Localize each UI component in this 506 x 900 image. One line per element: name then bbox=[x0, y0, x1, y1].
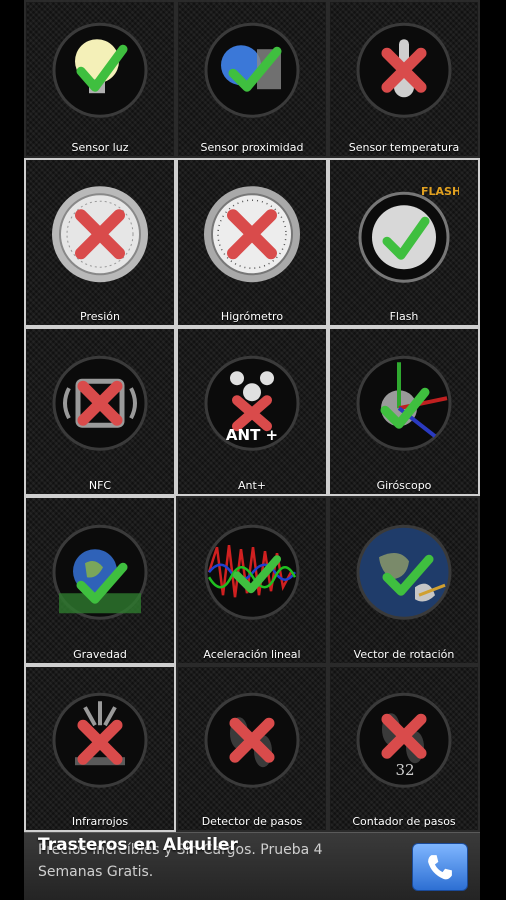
step-detector-icon bbox=[197, 685, 307, 795]
tile-label: Aceleración lineal bbox=[203, 648, 301, 661]
tile-label: Giróscopo bbox=[376, 479, 432, 492]
tile-giroscopo[interactable]: Giróscopo bbox=[328, 327, 480, 496]
tile-detector-pasos[interactable]: Detector de pasos bbox=[176, 665, 328, 832]
ant-text: ANT + bbox=[226, 426, 278, 444]
tile-sensor-luz[interactable]: Sensor luz bbox=[24, 0, 176, 158]
step-count-text: 32 bbox=[395, 761, 414, 779]
tile-infrarrojos[interactable]: Infrarrojos bbox=[24, 665, 176, 832]
proximity-sphere-icon bbox=[197, 15, 307, 125]
flash-text: FLASH bbox=[421, 185, 459, 198]
linear-acceleration-icon bbox=[197, 517, 307, 627]
tile-label: Gravedad bbox=[73, 648, 127, 661]
tile-presion[interactable]: Presión bbox=[24, 158, 176, 327]
tile-contador-pasos[interactable]: 32 Contador de pasos bbox=[328, 665, 480, 832]
ant-plus-icon: ANT + bbox=[197, 348, 307, 458]
gyroscope-icon bbox=[349, 348, 459, 458]
nfc-icon bbox=[45, 348, 155, 458]
light-bulb-icon bbox=[45, 15, 155, 125]
rotation-vector-icon bbox=[349, 517, 459, 627]
tile-label: Sensor luz bbox=[71, 141, 129, 154]
tile-label: Presión bbox=[80, 310, 120, 323]
tile-label: Sensor temperatura bbox=[348, 141, 460, 154]
step-counter-icon: 32 bbox=[349, 685, 459, 795]
tile-flash[interactable]: FLASH Flash bbox=[328, 158, 480, 327]
tile-label: Sensor proximidad bbox=[200, 141, 304, 154]
ad-title: Trasteros en Alquiler bbox=[38, 835, 238, 855]
tile-label: Vector de rotación bbox=[353, 648, 455, 661]
tile-label: Flash bbox=[389, 310, 419, 323]
tile-ant-plus[interactable]: ANT + Ant+ bbox=[176, 327, 328, 496]
tile-label: Infrarrojos bbox=[71, 815, 129, 828]
call-button[interactable] bbox=[412, 843, 468, 891]
tile-sensor-proximidad[interactable]: Sensor proximidad bbox=[176, 0, 328, 158]
tile-label: Higrómetro bbox=[220, 310, 284, 323]
sensor-grid: Sensor luz Sensor proximidad Sensor temp… bbox=[24, 0, 480, 832]
tile-vector-rotacion[interactable]: Vector de rotación bbox=[328, 496, 480, 665]
ad-banner[interactable]: Precios Increíbles y Sin Cargos. Prueba … bbox=[24, 832, 480, 900]
tile-aceleracion-lineal[interactable]: Aceleración lineal bbox=[176, 496, 328, 665]
phone-icon bbox=[428, 855, 452, 880]
thermometer-icon bbox=[349, 15, 459, 125]
flash-icon: FLASH bbox=[349, 179, 459, 289]
tile-higrometro[interactable]: Higrómetro bbox=[176, 158, 328, 327]
tile-label: Detector de pasos bbox=[201, 815, 303, 828]
tile-label: NFC bbox=[88, 479, 112, 492]
infrared-icon bbox=[45, 685, 155, 795]
gravity-earth-icon bbox=[45, 517, 155, 627]
hygrometer-icon bbox=[197, 179, 307, 289]
tile-gravedad[interactable]: Gravedad bbox=[24, 496, 176, 665]
barometer-icon bbox=[45, 179, 155, 289]
tile-sensor-temperatura[interactable]: Sensor temperatura bbox=[328, 0, 480, 158]
tile-nfc[interactable]: NFC bbox=[24, 327, 176, 496]
tile-label: Ant+ bbox=[237, 479, 267, 492]
tile-label: Contador de pasos bbox=[352, 815, 456, 828]
